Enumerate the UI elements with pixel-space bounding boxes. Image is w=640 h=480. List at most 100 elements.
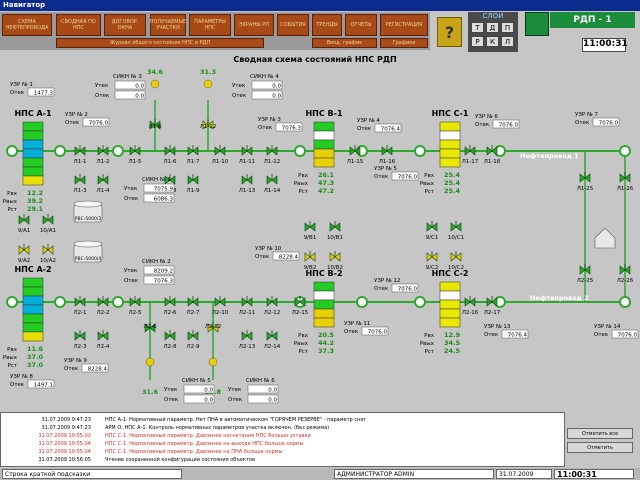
nav-button-trends[interactable]: ТРЕНДЫ xyxy=(312,14,342,36)
pump-icon[interactable] xyxy=(6,145,18,157)
pump-icon[interactable] xyxy=(54,296,66,308)
station-block[interactable] xyxy=(313,148,335,159)
layer-button[interactable]: К xyxy=(486,36,499,47)
station-block[interactable] xyxy=(313,281,335,292)
uzr-label: УЗР № 3 xyxy=(258,117,281,123)
valve-label: Л2-13 xyxy=(239,344,256,350)
nav-button-reports[interactable]: ОТЧЕТЫ xyxy=(345,14,377,36)
station-block[interactable] xyxy=(22,304,44,315)
station-block[interactable] xyxy=(22,139,44,150)
pump-icon[interactable] xyxy=(112,296,124,308)
pump-icon[interactable] xyxy=(414,145,426,157)
valve-label: Л2-9 xyxy=(186,344,200,350)
pump-icon[interactable] xyxy=(294,145,306,157)
uzr-key: Отек xyxy=(10,382,25,388)
station-block[interactable] xyxy=(313,308,335,319)
station-block[interactable] xyxy=(439,317,461,328)
station-block[interactable] xyxy=(439,139,461,150)
station-param-key: Рвх xyxy=(7,191,18,197)
station-block[interactable] xyxy=(22,322,44,333)
nav-button-sections[interactable]: ПОЛУЧАЕМЫЕ УЧАСТКИ xyxy=(150,14,186,36)
station-block[interactable] xyxy=(439,157,461,168)
log-row[interactable]: 31.07.2009 10:55:04 НПС С-1. Нормативный … xyxy=(3,441,303,447)
log-row[interactable]: 31.07.2009 10:56:05 Чтение сохраненной ко… xyxy=(3,457,255,463)
siku-key: Утек xyxy=(232,83,246,89)
station-block[interactable] xyxy=(22,286,44,297)
pump-icon[interactable] xyxy=(356,296,368,308)
layer-button[interactable]: Т xyxy=(471,22,484,33)
pump-icon[interactable] xyxy=(414,296,426,308)
valve-label: Л2-5 xyxy=(128,310,142,316)
help-button[interactable]: ? xyxy=(437,17,462,47)
layer-button[interactable]: Д xyxy=(486,22,499,33)
station-block[interactable] xyxy=(439,299,461,310)
nav-button-journal[interactable]: Журнал общего состояния НПС и РДП xyxy=(56,38,264,48)
station-block[interactable] xyxy=(22,166,44,177)
station-param-key: Рвых xyxy=(420,341,435,347)
station-block[interactable] xyxy=(313,290,335,301)
uzr-key: Отек xyxy=(475,122,490,128)
log-row[interactable]: 31.07.2009 9:47:23 НПС А-1. Нормативный п… xyxy=(3,417,367,423)
nav-button-schedule[interactable]: Ввод. график xyxy=(312,38,377,48)
station-block[interactable] xyxy=(22,295,44,306)
station-block[interactable] xyxy=(439,281,461,292)
station-param-key: Рвх xyxy=(298,173,309,179)
station-block[interactable] xyxy=(313,317,335,328)
window-title-bar: Навигатор xyxy=(0,0,640,11)
pump-icon[interactable] xyxy=(54,145,66,157)
station-block[interactable] xyxy=(22,313,44,324)
station-param-key: Рвх xyxy=(7,347,18,353)
pump-icon[interactable] xyxy=(112,145,124,157)
station-label: НПС А-1 xyxy=(14,109,52,118)
uzr-label: УЗР № 5 xyxy=(374,166,397,172)
layer-button[interactable]: Р xyxy=(471,36,484,47)
event-log: 31.07.2009 9:47:23 НПС А-1. Нормативный п… xyxy=(0,412,565,467)
station-block[interactable] xyxy=(439,148,461,159)
station-block[interactable] xyxy=(22,331,44,342)
nav-button-graphs[interactable]: Графики xyxy=(380,38,428,48)
log-row[interactable]: 31.07.2009 10:55:04 НПС С-1. Нормативный … xyxy=(3,449,282,455)
uzr-key: Отек xyxy=(594,332,609,338)
station-block[interactable] xyxy=(22,148,44,159)
station-param-value: 12.2 xyxy=(27,189,43,197)
log-row[interactable]: 31.07.2009 10:55:03 НПС С-1. Нормативный … xyxy=(3,433,310,439)
siku-key: Отек xyxy=(164,397,179,403)
station-block[interactable] xyxy=(22,130,44,141)
value-text: 7076.0 xyxy=(618,333,638,339)
station-block[interactable] xyxy=(22,121,44,132)
layer-button[interactable]: П xyxy=(501,22,514,33)
station-param-value: 39.2 xyxy=(27,197,43,205)
pump-icon[interactable] xyxy=(6,296,18,308)
nav-button-events[interactable]: СОБЫТИЯ xyxy=(277,14,309,36)
indicator-lamp xyxy=(145,357,155,367)
station-block[interactable] xyxy=(439,121,461,132)
mark-button[interactable]: Отметить xyxy=(567,442,633,453)
nav-button-screens[interactable]: ЭКРАНЫ РП xyxy=(234,14,274,36)
nav-button-contract[interactable]: ДОГОВОР. ОКНА xyxy=(104,14,146,36)
valve-label: Л1-15 xyxy=(347,159,364,165)
station-block[interactable] xyxy=(22,175,44,186)
station-block[interactable] xyxy=(22,157,44,168)
station-block[interactable] xyxy=(439,130,461,141)
station-block[interactable] xyxy=(313,157,335,168)
nav-button-summary[interactable]: СВОДНАЯ ПО НПС xyxy=(56,14,101,36)
uzr-label: УЗР № 9 xyxy=(64,358,87,364)
log-row[interactable]: 31.07.2009 9:47:23 АРМ О: НПС А-1. Контро… xyxy=(3,425,330,431)
station-block[interactable] xyxy=(439,290,461,301)
station-block[interactable] xyxy=(313,139,335,150)
nav-button-scheme[interactable]: СХЕМА НЕФТЕПРОВОДА xyxy=(2,14,52,36)
pump-icon[interactable] xyxy=(619,145,631,157)
station-block[interactable] xyxy=(313,299,335,310)
station-block[interactable] xyxy=(22,277,44,288)
nav-button-registration[interactable]: РЕГИСТРАЦИЯ xyxy=(380,14,428,36)
nav-button-params[interactable]: ПАРАМЕТРЫ НПС xyxy=(189,14,231,36)
uzr-key: Отек xyxy=(374,174,389,180)
station-block[interactable] xyxy=(313,130,335,141)
uzr-key: Отек xyxy=(10,90,25,96)
mark-all-button[interactable]: Отметить все xyxy=(567,428,633,439)
station-block[interactable] xyxy=(313,121,335,132)
pump-icon[interactable] xyxy=(619,296,631,308)
valve-label: Л1-6 xyxy=(148,124,162,130)
station-block[interactable] xyxy=(439,308,461,319)
layer-button[interactable]: Л xyxy=(501,36,514,47)
